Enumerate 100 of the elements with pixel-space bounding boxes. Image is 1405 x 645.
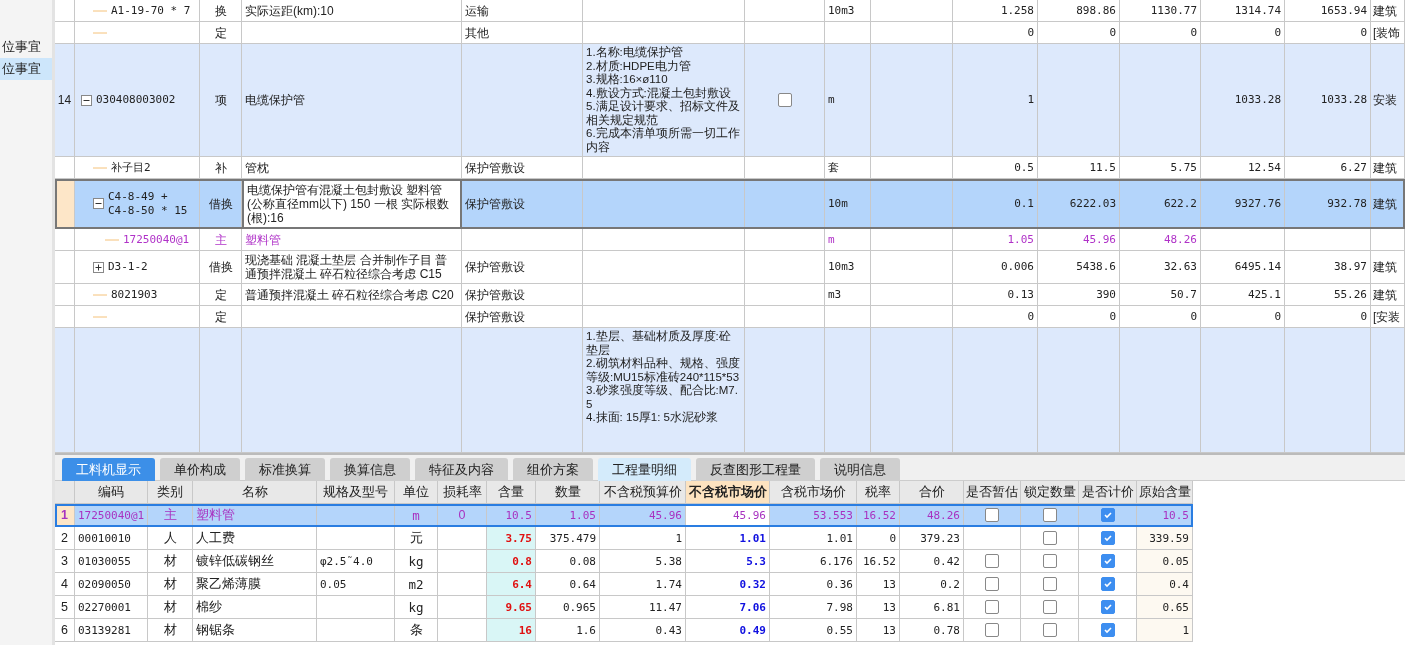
- bill-row[interactable]: 8021903 定 普通预拌混凝土 碎石粒径综合考虑 C20 保护管敷设 m3 0.13 390 50.7 425.1 55.26 建筑: [55, 284, 1405, 306]
- table-cell: 5.3: [746, 554, 766, 568]
- detail-tab[interactable]: 特征及内容: [415, 458, 508, 481]
- row-number: 4: [61, 577, 68, 591]
- table-cell: 元: [409, 529, 423, 547]
- table-cell: m: [412, 507, 420, 523]
- table-cell: 02090050: [78, 577, 131, 591]
- column-header[interactable]: 编码: [75, 481, 148, 504]
- table-cell: 6.81: [933, 600, 960, 614]
- row-number: 6: [61, 623, 68, 637]
- detail-tab[interactable]: 标准换算: [245, 458, 325, 481]
- table-cell: 17250040@1: [78, 508, 145, 522]
- resource-row[interactable]: 6 03139281 材 钢锯条 条 16 1.6 0.43 0.49 0.55 13 0.78 1: [55, 619, 1193, 642]
- checkbox[interactable]: [985, 554, 999, 568]
- checkbox[interactable]: [1042, 600, 1057, 614]
- checkbox[interactable]: [1042, 554, 1057, 568]
- checkbox[interactable]: [985, 508, 999, 522]
- table-cell: 10.5: [505, 508, 532, 522]
- bill-row[interactable]: 补子目2 补 管枕 保护管敷设 套 0.5 11.5 5.75 12.54 6.27 建筑: [55, 157, 1405, 179]
- sidebar-item[interactable]: 位事宜: [0, 58, 52, 80]
- table-cell: 0.08: [569, 554, 596, 568]
- column-header[interactable]: 含税市场价: [770, 481, 857, 504]
- detail-tab[interactable]: 换算信息: [330, 458, 410, 481]
- bill-row[interactable]: 14 030408003002 项 电缆保护管 1.名称:电缆保护管 2.材质:HDPE电力管 3.规格:16×ø110 4.敷设方式:混凝土包封敷设 5.满足设计要求、招标文件及相关规定规范 6.完成本清单项所需一切工作内容 m 1 1033.28 1033.28 安装: [55, 44, 1405, 157]
- checkbox[interactable]: [985, 600, 999, 614]
- table-cell: 10.5: [1162, 508, 1189, 522]
- expand-icon[interactable]: [93, 261, 104, 273]
- column-header[interactable]: 不含税预算价: [600, 481, 686, 504]
- resource-row[interactable]: 2 00010010 人 人工费 元 3.75 375.479 1 1.01 1.01 0 379.23 339.59: [55, 527, 1193, 550]
- bill-row[interactable]: 定 保护管敷设 0 0 0 0 0 [安装: [55, 306, 1405, 328]
- table-cell: 钢锯条: [196, 621, 235, 639]
- checkbox[interactable]: [985, 577, 999, 591]
- item-code: 030408003002: [96, 93, 176, 107]
- check-icon: [1102, 602, 1113, 612]
- detail-tab[interactable]: 组价方案: [513, 458, 593, 481]
- row-number: 3: [61, 554, 68, 568]
- collapse-icon[interactable]: [93, 198, 104, 209]
- table-cell: 0.05: [320, 577, 347, 591]
- bill-row[interactable]: D3-1-2 借换 现浇基础 混凝土垫层 合并制作子目 普通预拌混凝土 碎石粒径综合考虑 C15 保护管敷设 10m3 0.006 5438.6 32.63 6495.14 38.97 建筑: [55, 251, 1405, 284]
- checkbox[interactable]: [1100, 554, 1115, 568]
- checkbox[interactable]: [777, 93, 792, 107]
- resource-row[interactable]: 3 01030055 材 镀锌低碳钢丝 φ2.5˜4.0 kg 0.8 0.08 5.38 5.3 6.176 16.52 0.42 0.05: [55, 550, 1193, 573]
- column-header[interactable]: 类别: [148, 481, 193, 504]
- column-header[interactable]: 税率: [857, 481, 900, 504]
- column-header[interactable]: 单位: [395, 481, 438, 504]
- detail-tab[interactable]: 工程量明细: [598, 458, 691, 481]
- table-cell: 7.06: [739, 600, 766, 614]
- table-cell: 棉纱: [196, 598, 222, 616]
- tree-connector: [105, 238, 119, 241]
- checkbox[interactable]: [1042, 577, 1057, 591]
- table-cell: 塑料管: [196, 506, 235, 524]
- table-cell: 13: [882, 600, 896, 614]
- table-cell: 00010010: [78, 531, 131, 545]
- collapse-icon[interactable]: [81, 94, 92, 106]
- checkbox[interactable]: [1042, 531, 1057, 545]
- column-header[interactable]: 是否计价: [1079, 481, 1137, 504]
- checkbox[interactable]: [1042, 623, 1057, 637]
- tree-connector: [93, 31, 107, 34]
- item-name: 电缆保护管有混凝土包封敷设 塑料管(公称直径mm以下) 150 一根 实际根数(根):16: [242, 179, 462, 229]
- column-header[interactable]: 含量: [487, 481, 536, 504]
- resource-row[interactable]: 5 02270001 材 棉纱 kg 9.65 0.965 11.47 7.06 7.98 13 6.81 0.65: [55, 596, 1193, 619]
- table-cell: 0: [458, 508, 466, 522]
- checkbox[interactable]: [1042, 508, 1057, 522]
- column-header[interactable]: 名称: [193, 481, 317, 504]
- column-header[interactable]: 不含税市场价: [686, 481, 770, 504]
- column-header[interactable]: 锁定数量: [1021, 481, 1079, 504]
- table-cell: m2: [408, 576, 424, 592]
- sidebar-item[interactable]: 位事宜: [0, 36, 52, 58]
- checkbox[interactable]: [1100, 623, 1115, 637]
- resource-row[interactable]: 1 17250040@1 主 塑料管 m 0 10.5 1.05 45.96 45.96 53.553 16.52 48.26 10.5: [55, 504, 1193, 527]
- table-cell: 45.96: [648, 508, 682, 522]
- column-header[interactable]: 合价: [900, 481, 964, 504]
- item-code: A1-19-70 * 7: [111, 3, 191, 18]
- bill-row[interactable]: 1.垫层、基础材质及厚度:砼垫层 2.砌筑材料品种、规格、强度等级:MU15标准砖240*115*53 3.砂浆强度等级、配合比:M7.5 4.抹面: 15厚1: 5水泥砂浆: [55, 328, 1405, 453]
- table-cell: 0.36: [826, 577, 853, 591]
- column-header[interactable]: 损耗率: [438, 481, 487, 504]
- bill-row[interactable]: 定 其他 0 0 0 0 0 [装饰: [55, 22, 1405, 44]
- checkbox[interactable]: [1100, 531, 1115, 545]
- column-header[interactable]: 数量: [536, 481, 600, 504]
- table-cell: 人: [163, 529, 177, 547]
- bill-row[interactable]: A1-19-70 * 7 换 实际运距(km):10 运输 10m3 1.258 898.86 1130.77 1314.74 1653.94 建筑: [55, 0, 1405, 22]
- bill-row[interactable]: 17250040@1 主 塑料管 m 1.05 45.96 48.26: [55, 229, 1405, 251]
- column-header[interactable]: 原始含量: [1137, 481, 1193, 504]
- resource-row[interactable]: 4 02090050 材 聚乙烯薄膜 0.05 m2 6.4 0.64 1.74 0.32 0.36 13 0.2 0.4: [55, 573, 1193, 596]
- column-header[interactable]: 规格及型号: [317, 481, 395, 504]
- detail-tab[interactable]: 说明信息: [820, 458, 900, 481]
- table-cell: 45.96: [732, 508, 766, 522]
- checkbox[interactable]: [985, 623, 999, 637]
- table-cell: 0.8: [512, 554, 532, 568]
- column-header[interactable]: 是否暂估: [964, 481, 1021, 504]
- table-cell: 48.26: [926, 508, 960, 522]
- detail-tab[interactable]: 反查图形工程量: [696, 458, 815, 481]
- checkbox[interactable]: [1100, 600, 1115, 614]
- bill-row[interactable]: C4-8-49 + C4-8-50 * 15 借换 电缆保护管有混凝土包封敷设 塑料管(公称直径mm以下) 150 一根 实际根数(根):16 保护管敷设 10m 0.1 6222.03 622.2 9327.76 932.78 建筑: [55, 179, 1405, 229]
- detail-tab[interactable]: 单价构成: [160, 458, 240, 481]
- checkbox[interactable]: [1100, 577, 1115, 591]
- checkbox[interactable]: [1100, 508, 1115, 522]
- table-cell: 聚乙烯薄膜: [196, 575, 261, 593]
- table-cell: 1.05: [569, 508, 596, 522]
- table-cell: 条: [409, 621, 423, 639]
